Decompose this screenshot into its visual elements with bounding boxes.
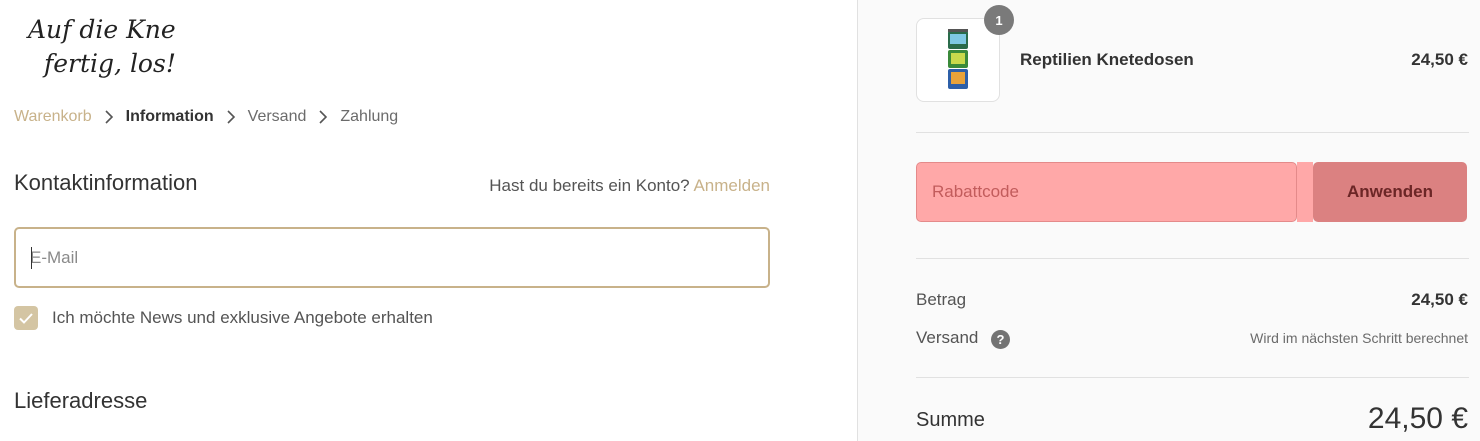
newsletter-option[interactable]: Ich möchte News und exklusive Angebote e…: [14, 306, 433, 330]
product-name: Reptilien Knetedosen: [1020, 50, 1194, 69]
quantity-badge: 1: [984, 5, 1014, 35]
discount-highlight: [1297, 162, 1313, 222]
shipping-address-title: Lieferadresse: [14, 388, 148, 413]
email-field-wrapper: [14, 227, 770, 288]
apply-discount-button[interactable]: Anwenden: [1313, 162, 1467, 222]
chevron-right-icon: [221, 108, 241, 126]
account-prompt-text: Hast du bereits ein Konto?: [489, 176, 690, 195]
shipping-cost-note: Wird im nächsten Schritt berechnet: [1250, 330, 1468, 346]
breadcrumb: Warenkorb Information Versand Zahlung: [14, 108, 398, 126]
breadcrumb-shipping: Versand: [247, 108, 307, 125]
shipping-cost-label: Versand: [916, 328, 979, 347]
subtotal-label: Betrag: [916, 290, 967, 309]
svg-text:Auf die Knete,: Auf die Knete,: [26, 15, 176, 44]
divider: [916, 132, 1469, 133]
chevron-right-icon: [313, 108, 333, 126]
newsletter-checkbox[interactable]: [14, 306, 38, 330]
divider: [916, 377, 1469, 378]
text-caret: [31, 247, 32, 269]
breadcrumb-payment: Zahlung: [340, 108, 399, 125]
checkmark-icon: [19, 312, 33, 324]
subtotal-value: 24,50 €: [1411, 290, 1468, 309]
store-logo[interactable]: Auf die Knete, fertig, los!: [26, 8, 176, 86]
product-price: 24,50 €: [1411, 50, 1468, 69]
account-prompt: Hast du bereits ein Konto? Anmelden: [489, 176, 770, 196]
newsletter-label: Ich möchte News und exklusive Angebote e…: [52, 308, 433, 327]
chevron-right-icon: [99, 108, 119, 126]
product-image: [948, 29, 968, 89]
contact-section-title: Kontaktinformation: [14, 170, 198, 195]
total-label: Summe: [916, 409, 985, 431]
main-content: Auf die Knete, fertig, los! Warenkorb In…: [0, 0, 857, 441]
breadcrumb-cart[interactable]: Warenkorb: [14, 108, 92, 126]
login-link[interactable]: Anmelden: [693, 176, 770, 195]
divider: [916, 258, 1469, 259]
order-summary-sidebar: 1 Reptilien Knetedosen 24,50 € Anwenden …: [857, 0, 1480, 441]
svg-text:fertig, los!: fertig, los!: [42, 49, 176, 78]
discount-code-input[interactable]: [916, 162, 1297, 222]
help-icon[interactable]: ?: [991, 330, 1010, 349]
total-value: 24,50 €: [1367, 402, 1468, 435]
breadcrumb-information: Information: [125, 108, 214, 125]
email-input[interactable]: [16, 229, 768, 286]
